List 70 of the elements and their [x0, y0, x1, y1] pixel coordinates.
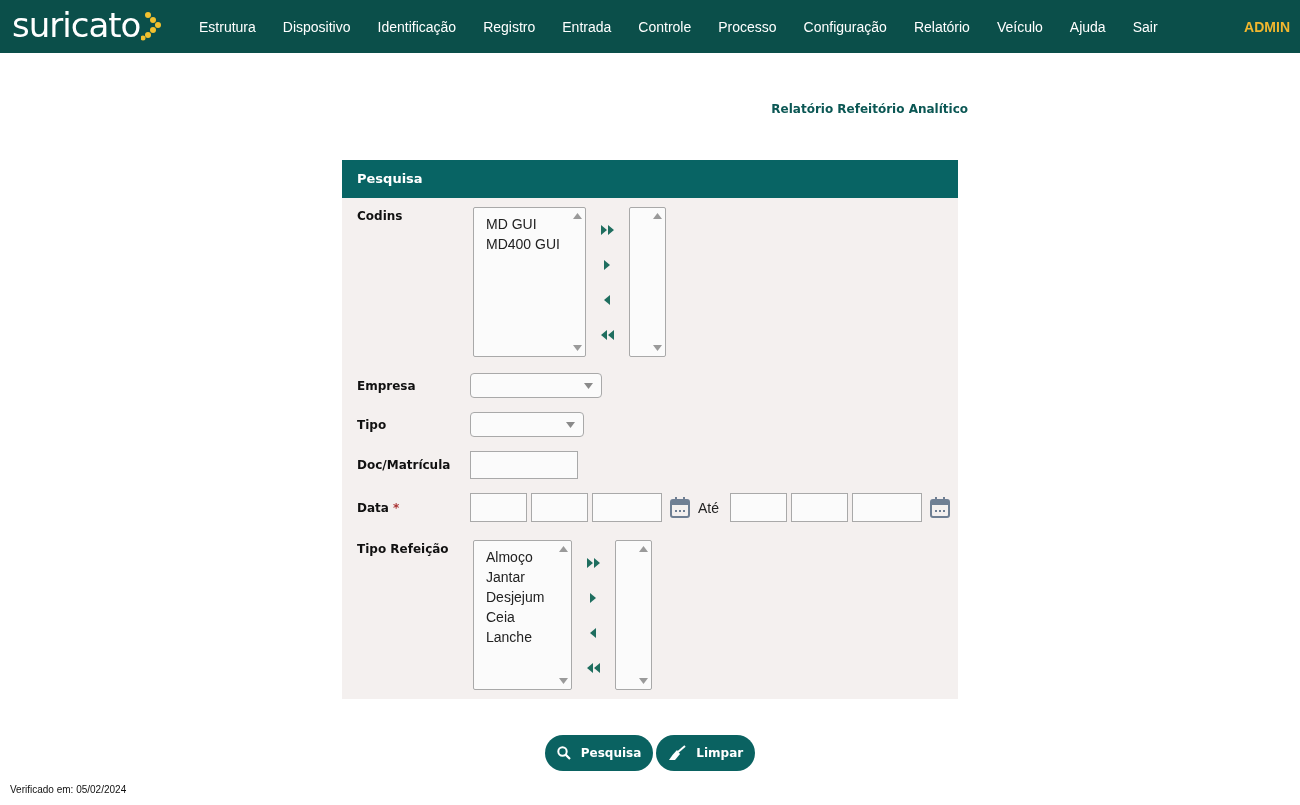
scroll-down-icon[interactable]: [573, 345, 582, 351]
range-separator: Até: [698, 499, 719, 516]
list-option[interactable]: MD400 GUI: [486, 234, 570, 254]
field-label: Doc/Matrícula: [357, 458, 451, 472]
list-option[interactable]: Desjejum: [486, 587, 556, 607]
nav-menu-item[interactable]: Processo: [718, 18, 777, 35]
available-list[interactable]: Almoço Jantar Desjejum Ceia Lanche: [473, 540, 572, 690]
required-mark: *: [392, 500, 400, 515]
date-field[interactable]: [730, 493, 787, 522]
search-icon: [556, 746, 571, 760]
user-name: ADMIN: [1244, 18, 1290, 35]
logo-text[interactable]: suricato: [12, 4, 141, 45]
list-option[interactable]: Lanche: [486, 627, 556, 647]
scroll-down-icon[interactable]: [559, 678, 568, 684]
nav-menu-item[interactable]: Veículo: [996, 18, 1043, 35]
caret-icon: [566, 421, 575, 428]
list-option[interactable]: Jantar: [486, 567, 556, 587]
date-field[interactable]: [852, 493, 922, 522]
nav-menu-item[interactable]: Dispositivo: [282, 18, 351, 35]
date-field[interactable]: [592, 493, 662, 522]
input-field[interactable]: [470, 451, 578, 479]
broom-icon: [668, 745, 687, 761]
selected-list[interactable]: [629, 207, 666, 357]
triangle-icon: [590, 593, 597, 603]
caret-icon: [584, 382, 593, 389]
selected-list[interactable]: [615, 540, 652, 690]
search-button[interactable]: Pesquisa: [544, 735, 654, 771]
scroll-down-icon[interactable]: [653, 345, 662, 351]
field-label: Tipo: [357, 417, 387, 432]
list-option[interactable]: Almoço: [486, 547, 556, 567]
nav-menu-item[interactable]: Relatório: [913, 18, 970, 35]
logo-dots-icon: [141, 11, 164, 42]
scroll-down-icon[interactable]: [639, 678, 648, 684]
scroll-up-icon[interactable]: [639, 546, 648, 552]
nav-menu-item[interactable]: Identificação: [377, 18, 457, 35]
double-triangle-icon: [586, 663, 601, 673]
calendar-icon[interactable]: [930, 497, 950, 518]
nav-menu-item[interactable]: Sair: [1132, 18, 1158, 35]
page-title: Relatório Refeitório Analítico: [771, 101, 968, 118]
triangle-icon: [604, 295, 611, 305]
dropdown[interactable]: [470, 373, 602, 398]
nav-menu-item[interactable]: Ajuda: [1069, 18, 1106, 35]
nav-menu-item[interactable]: Configuração: [803, 18, 887, 35]
list-option[interactable]: Ceia: [486, 607, 556, 627]
list-option[interactable]: MD GUI: [486, 214, 570, 234]
field-label: Data: [357, 500, 389, 515]
calendar-icon[interactable]: [670, 497, 690, 518]
verification-note: Verificado em: 05/02/2024: [10, 784, 127, 795]
nav-menu-item[interactable]: Registro: [483, 18, 536, 35]
scroll-up-icon[interactable]: [573, 213, 582, 219]
double-triangle-icon: [586, 558, 601, 568]
date-field[interactable]: [470, 493, 527, 522]
field-label: Tipo Refeição: [357, 542, 449, 556]
panel-header: Pesquisa: [342, 160, 958, 198]
double-triangle-icon: [600, 225, 615, 235]
nav-menu-item[interactable]: Controle: [638, 18, 692, 35]
double-triangle-icon: [600, 330, 615, 340]
date-field[interactable]: [531, 493, 588, 522]
triangle-icon: [604, 260, 611, 270]
scroll-up-icon[interactable]: [653, 213, 662, 219]
dropdown[interactable]: [470, 412, 584, 437]
nav-menu-item[interactable]: Entrada: [562, 18, 612, 35]
scroll-up-icon[interactable]: [559, 546, 568, 552]
triangle-icon: [590, 628, 597, 638]
available-list[interactable]: MD GUI MD400 GUI: [473, 207, 586, 357]
date-field[interactable]: [791, 493, 848, 522]
field-label: Empresa: [357, 378, 416, 393]
field-label: Codins: [357, 209, 403, 223]
clear-button[interactable]: Limpar: [656, 735, 756, 771]
nav-menu-item[interactable]: Estrutura: [199, 18, 256, 35]
